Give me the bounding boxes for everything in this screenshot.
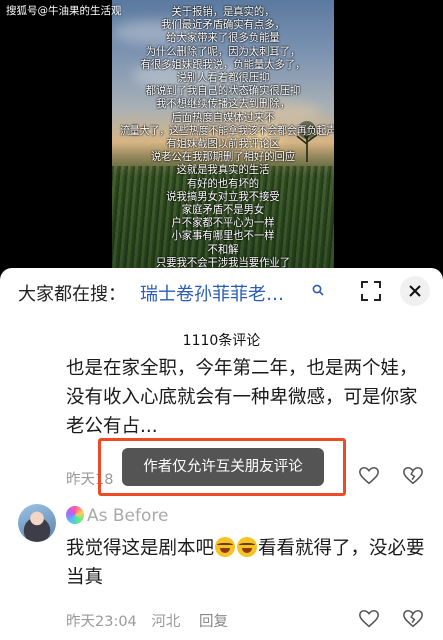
reply-button[interactable]: 回复 (199, 614, 228, 630)
video-caption-line: 关于报销，是真实的， (171, 6, 275, 18)
heart-icon[interactable] (358, 608, 380, 630)
comment-region: 河北 (151, 614, 181, 630)
comment-text-part: 我觉得这是剧本吧 (66, 538, 215, 559)
close-icon (409, 285, 421, 297)
username-label: As Before (87, 506, 169, 526)
video-caption-line: 我不想继续传播这去到删除， (156, 98, 290, 111)
suggested-search-bar[interactable]: 大家都在搜： 瑞士卷孙菲菲老… (0, 268, 443, 316)
video-caption-block: 关于报销，是真实的， 我们最近矛盾确实有点多， 给大家带来了很多负能量 为什么删除了呢… (112, 6, 334, 268)
video-caption-line: 这就是我真实的生活 (176, 164, 270, 177)
rainbow-emoji-icon (66, 506, 84, 524)
laughing-emoji-icon (237, 537, 258, 557)
video-caption-line: 我们最近矛盾确实有点多， (161, 19, 285, 32)
laughing-emoji-icon (215, 537, 236, 557)
avatar[interactable] (18, 504, 56, 542)
video-caption-line: 给大家带来了很多负能量 (166, 32, 280, 45)
close-button[interactable] (400, 276, 430, 306)
heart-icon[interactable] (358, 465, 380, 487)
watermark: 搜狐号@牛油果的生活观 (6, 5, 122, 17)
video-frame: 关于报销，是真实的， 我们最近矛盾确实有点多， 给大家带来了很多负能量 为什么删除了呢… (112, 0, 334, 268)
comment-meta: 昨天23:04 河北 回复 (66, 610, 228, 631)
video-caption-line: 为什么删除了呢，因为太刺耳了， (145, 45, 301, 58)
search-icon[interactable] (312, 284, 324, 296)
comment-text[interactable]: 也是在家全职，今年第二年，也是两个娃，没有收入心底就会有一种卑微感，可是你家老公… (66, 354, 428, 441)
video-caption-line: 不和解 (207, 243, 239, 256)
search-suggestion-link[interactable]: 瑞士卷孙菲菲老… (140, 280, 312, 306)
video-caption-line: 有很多姐妹跟我说，负能量太多了， (140, 58, 306, 71)
comment-time: 昨天23:04 (66, 614, 137, 630)
broken-heart-icon[interactable] (402, 465, 424, 487)
video-caption-line: 只要我不会干涉我当要作业了 (156, 256, 290, 268)
video-caption-line: 有好的也有坏的 (186, 177, 260, 190)
video-caption-line: 有姐妹截图以前我评论区 (166, 138, 280, 151)
video-caption-line: 说老公在我那期删了相好的回应 (150, 151, 296, 164)
toast-message: 作者仅允许互关朋友评论 (122, 448, 324, 486)
comment-count: 1110条评论 (182, 333, 261, 349)
video-player[interactable]: 关于报销，是真实的， 我们最近矛盾确实有点多， 给大家带来了很多负能量 为什么删除了呢… (0, 0, 443, 268)
video-caption-line: 流量大了，这些热度不能拿我该不会都会再负起声 (120, 124, 334, 137)
collapse-icon[interactable] (358, 278, 384, 304)
video-caption-line: 说别人看着都很压抑 (176, 72, 270, 85)
comment-username[interactable]: As Before (66, 506, 168, 526)
comment-text[interactable]: 我觉得这是剧本吧 看看就得了，没必要当真 (66, 534, 428, 592)
search-prefix-label: 大家都在搜： (18, 284, 126, 305)
broken-heart-icon[interactable] (402, 608, 424, 630)
video-caption-line: 户不家都不平心为一样 (171, 217, 275, 230)
video-caption-line: 小家事有哪里也不一样 (171, 230, 275, 243)
video-caption-line: 后面热度自媒体过来不 (171, 111, 275, 124)
video-caption-line: 家庭矛盾不是男女 (181, 204, 265, 217)
video-caption-line: 说我搞男女对立我不接受 (166, 190, 280, 203)
video-caption-line: 都说到了我自己的状态确实很压抑 (145, 85, 301, 98)
